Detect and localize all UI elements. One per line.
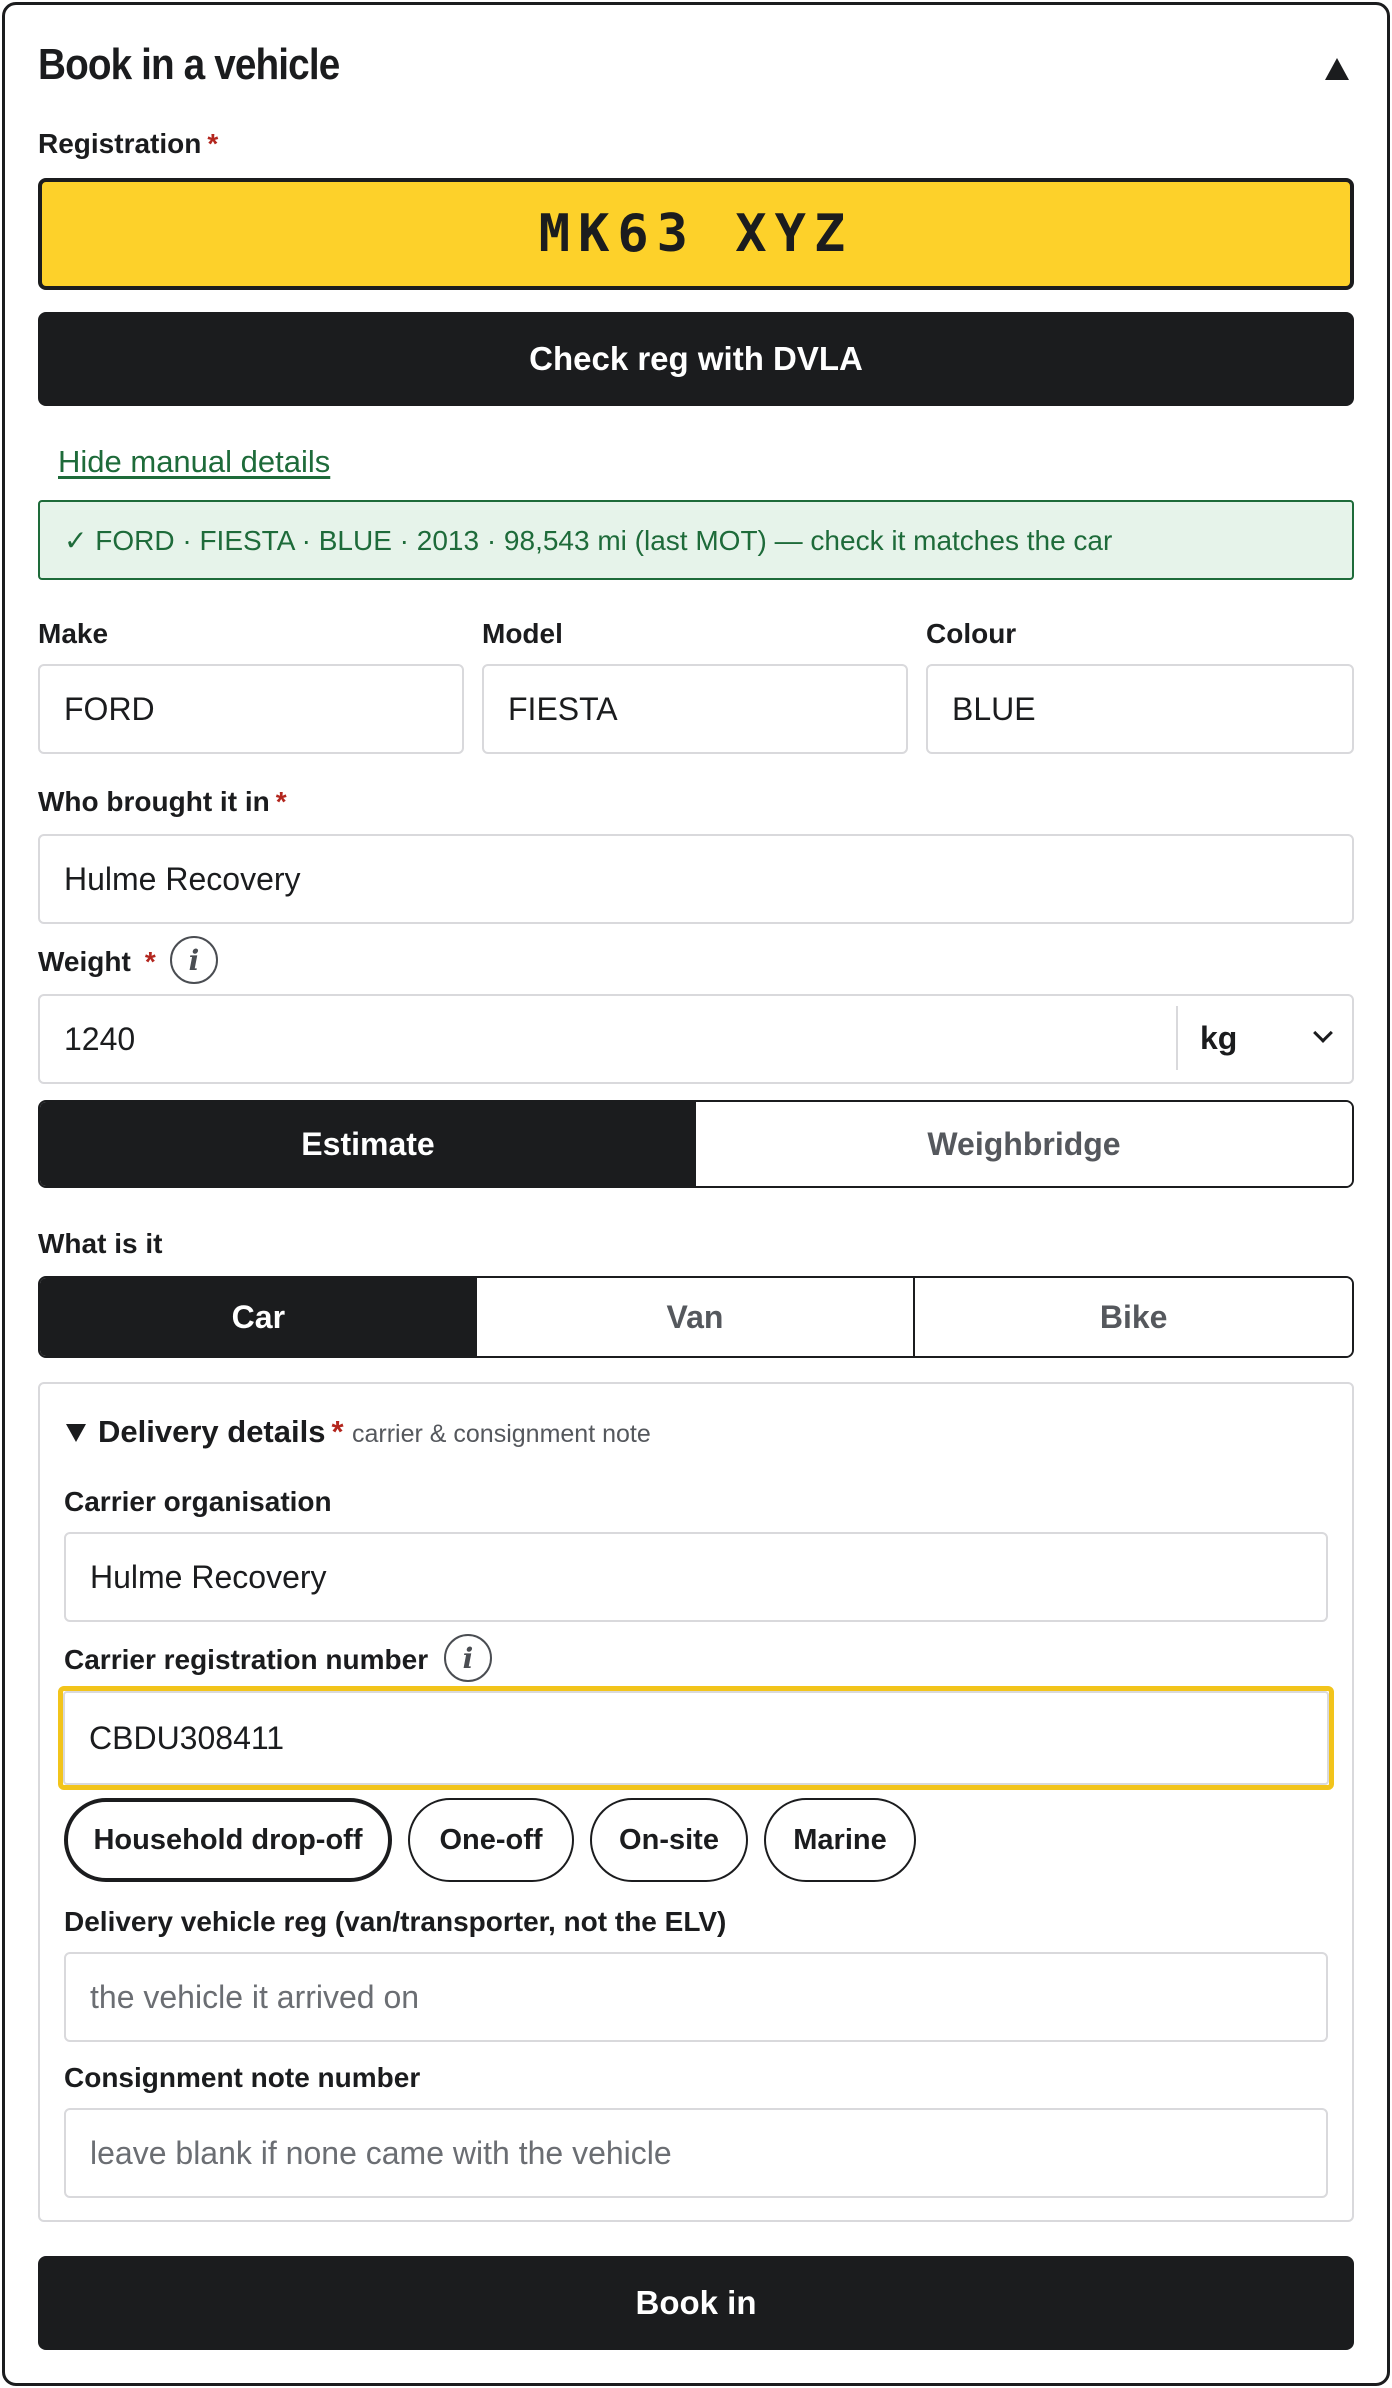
disclosure-triangle-icon[interactable] [66,1424,86,1442]
model-input[interactable]: FIESTA [482,664,908,754]
delivery-vehicle-reg-input[interactable]: the vehicle it arrived on [64,1952,1328,2042]
hide-manual-details-link[interactable]: Hide manual details [58,444,330,480]
weight-input[interactable]: 1240 [38,994,1354,1084]
registration-label: Registration * [38,128,219,159]
required-mark: * [331,1414,344,1449]
info-icon[interactable]: i [170,936,218,984]
carrier-type-on-site[interactable]: On-site [590,1798,748,1882]
weight-label: Weight * [38,946,156,977]
consignment-note-label: Consignment note number [64,2062,421,2093]
who-brought-input[interactable]: Hulme Recovery [38,834,1354,924]
make-label: Make [38,618,109,649]
carrier-org-input[interactable]: Hulme Recovery [64,1532,1328,1622]
who-brought-label: Who brought it in * [38,786,287,817]
required-mark: * [144,946,156,977]
carrier-reg-label: Carrier registration number [64,1644,429,1675]
book-in-button[interactable]: Book in [38,2256,1354,2350]
type-van-option[interactable]: Van [476,1278,914,1356]
unit-divider [1176,1006,1178,1070]
colour-input[interactable]: BLUE [926,664,1354,754]
type-car-option[interactable]: Car [40,1278,477,1356]
vehicle-type-toggle: Car Van Bike [38,1276,1354,1358]
delivery-vehicle-reg-label: Delivery vehicle reg (van/transporter, n… [64,1906,727,1937]
make-input[interactable]: FORD [38,664,464,754]
what-is-it-label: What is it [38,1228,163,1259]
carrier-reg-input[interactable]: CBDU308411 [63,1691,1329,1785]
carrier-type-one-off[interactable]: One-off [408,1798,574,1882]
carrier-type-marine[interactable]: Marine [764,1798,916,1882]
check-dvla-button[interactable]: Check reg with DVLA [38,312,1354,406]
dvla-match-notice: ✓ FORD · FIESTA · BLUE · 2013 · 98,543 m… [38,500,1354,580]
weighbridge-option[interactable]: Weighbridge [696,1102,1352,1186]
registration-input[interactable]: MK63 XYZ [38,178,1354,290]
delivery-details-summary[interactable]: Delivery details * [98,1414,344,1450]
model-label: Model [482,618,563,649]
required-mark: * [275,786,287,817]
info-icon[interactable]: i [444,1634,492,1682]
required-mark: * [207,128,219,159]
carrier-type-household[interactable]: Household drop-off [64,1798,392,1882]
weight-unit-select[interactable]: kg [1200,1020,1237,1057]
consignment-note-input[interactable]: leave blank if none came with the vehicl… [64,2108,1328,2198]
collapse-up-icon[interactable] [1325,58,1349,80]
weight-method-toggle: Estimate Weighbridge [38,1100,1354,1188]
colour-label: Colour [926,618,1017,649]
carrier-org-label: Carrier organisation [64,1486,332,1517]
estimate-option[interactable]: Estimate [40,1102,696,1186]
carrier-reg-focus-ring: CBDU308411 [58,1686,1334,1790]
form-title: Book in a vehicle [38,40,340,89]
delivery-details-hint: carrier & consignment note [352,1420,651,1448]
type-bike-option[interactable]: Bike [913,1278,1352,1356]
